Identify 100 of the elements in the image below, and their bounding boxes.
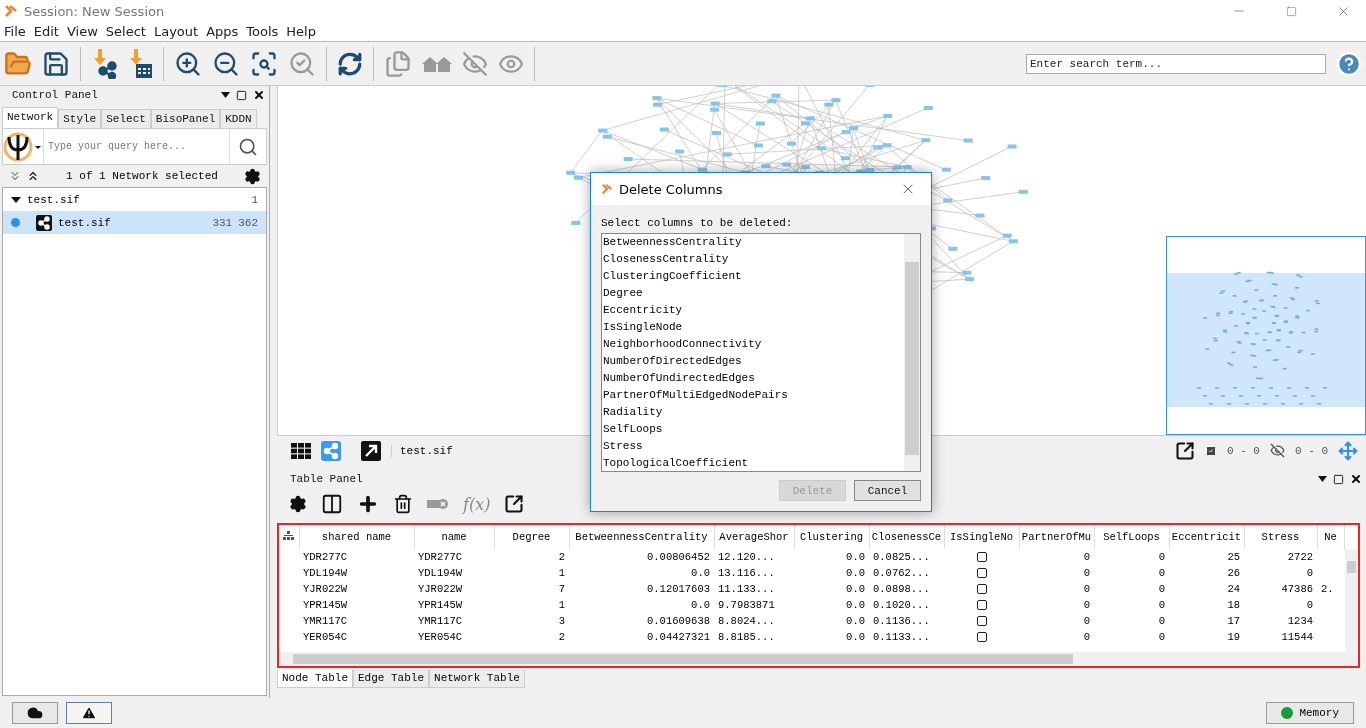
close-icon[interactable] xyxy=(253,89,265,101)
settings-icon[interactable] xyxy=(289,495,307,513)
detach-icon[interactable] xyxy=(361,440,381,461)
list-item[interactable]: PartnerOfMultiEdgedNodePairs xyxy=(602,387,788,404)
checkbox[interactable] xyxy=(976,616,987,627)
save-icon[interactable] xyxy=(42,49,70,78)
vertical-scrollbar[interactable] xyxy=(904,234,920,471)
list-item[interactable]: ClosenessCentrality xyxy=(602,251,729,268)
search-field[interactable]: Enter search term... xyxy=(1026,53,1326,74)
horizontal-scrollbar[interactable] xyxy=(279,652,1358,666)
column-header[interactable]: ClosenessCe xyxy=(869,525,944,549)
dialog-button[interactable]: Cancel xyxy=(854,480,921,501)
table-tab[interactable]: Edge Table xyxy=(353,670,430,688)
panel-tab[interactable]: KDDN xyxy=(220,109,257,128)
column-header[interactable]: AverageShor xyxy=(714,525,794,549)
caret-icon[interactable] xyxy=(1318,476,1327,482)
panel-tab[interactable]: BisoPanel xyxy=(150,109,221,128)
table-cell-text: 13.116... xyxy=(717,566,776,581)
checkbox[interactable] xyxy=(976,552,987,563)
network-name: test.sif xyxy=(27,193,81,206)
export-icon[interactable] xyxy=(1174,440,1195,461)
table-cell-text: 3 xyxy=(557,614,566,629)
float-icon[interactable] xyxy=(1333,473,1344,485)
menu-item[interactable]: Edit xyxy=(33,24,59,39)
menu-item[interactable]: View xyxy=(66,24,98,39)
column-header[interactable]: PartnerOfMu xyxy=(1019,525,1094,549)
list-item[interactable]: NeighborhoodConnectivity xyxy=(602,336,762,353)
checkbox[interactable] xyxy=(976,584,987,595)
column-header[interactable]: BetweennessCentrality xyxy=(569,525,714,549)
list-item[interactable]: ClusteringCoefficient xyxy=(602,268,742,285)
checkbox[interactable] xyxy=(976,632,987,643)
zoom-out-icon[interactable] xyxy=(212,49,240,78)
table-remove-icon[interactable] xyxy=(427,497,449,511)
move-arrows-icon[interactable] xyxy=(1338,440,1358,461)
table-cell-text: 0.0 xyxy=(690,598,711,613)
list-item[interactable]: Degree xyxy=(602,285,643,302)
table-cell-text: 0 xyxy=(1157,630,1166,645)
table-cell-text: 24 xyxy=(1226,582,1241,597)
column-header[interactable]: IsSingleNo xyxy=(944,525,1019,549)
panel-tab[interactable]: Network xyxy=(2,107,59,128)
query-bar[interactable]: Type your query here... xyxy=(2,128,267,165)
hierarchy-icon xyxy=(283,531,295,540)
filter-logo-icon[interactable] xyxy=(3,131,43,162)
caret-icon[interactable] xyxy=(11,194,21,205)
panel-tab[interactable]: Style xyxy=(58,109,102,128)
close-icon[interactable] xyxy=(1350,473,1362,485)
menu-item[interactable]: File xyxy=(4,24,26,39)
column-header[interactable]: name xyxy=(414,525,494,549)
float-icon[interactable] xyxy=(236,89,247,101)
menu-item[interactable]: Layout xyxy=(153,24,199,39)
table-tab[interactable]: Node Table xyxy=(277,670,353,688)
list-item[interactable]: IsSingleNode xyxy=(602,319,683,336)
delete-icon[interactable] xyxy=(393,494,413,514)
list-item[interactable]: TopologicalCoefficient xyxy=(602,455,749,472)
column-header[interactable]: shared name xyxy=(299,525,414,549)
column-header[interactable]: Stress xyxy=(1244,525,1317,549)
list-item[interactable]: Eccentricity xyxy=(602,302,683,319)
network-view-icon[interactable] xyxy=(321,440,341,461)
import-network-icon[interactable] xyxy=(91,48,117,79)
list-item[interactable]: BetweennessCentrality xyxy=(602,234,742,251)
query-field[interactable]: Type your query here... xyxy=(43,129,230,164)
warning-button[interactable] xyxy=(66,702,112,724)
menu-item[interactable]: Help xyxy=(286,24,316,39)
cloud-status-button[interactable] xyxy=(12,702,58,724)
table-tab[interactable]: Network Table xyxy=(429,670,525,688)
settings-icon[interactable] xyxy=(244,167,261,185)
table-cell: 2 xyxy=(494,549,569,565)
import-table-icon[interactable] xyxy=(127,48,153,79)
add-icon[interactable] xyxy=(357,493,379,515)
network-row[interactable]: test.sif 331 362 xyxy=(3,211,266,234)
columns-icon[interactable] xyxy=(321,493,343,515)
column-header[interactable]: SelfLoops xyxy=(1094,525,1169,549)
list-item[interactable]: NumberOfDirectedEdges xyxy=(602,353,742,370)
column-header[interactable]: Degree xyxy=(494,525,569,549)
cloud-icon xyxy=(27,705,43,721)
menu-item[interactable]: Tools xyxy=(246,24,279,39)
refresh-icon[interactable] xyxy=(337,50,363,77)
checkbox[interactable] xyxy=(976,568,987,579)
column-header[interactable]: Ne xyxy=(1317,525,1344,549)
table-cell: 0.00806452 xyxy=(569,549,714,565)
list-item[interactable]: SelfLoops xyxy=(602,421,663,438)
collapse-all-icon[interactable] xyxy=(26,169,40,183)
memory-button[interactable]: Memory xyxy=(1266,702,1354,724)
help-icon[interactable] xyxy=(1336,50,1362,77)
vertical-scrollbar[interactable] xyxy=(1345,549,1358,652)
zoom-in-icon[interactable] xyxy=(174,49,202,78)
export-icon[interactable] xyxy=(504,494,525,514)
column-header[interactable]: Clustering xyxy=(794,525,869,549)
caret-icon[interactable] xyxy=(221,92,230,98)
column-header[interactable]: Eccentricit xyxy=(1169,525,1244,549)
list-item[interactable]: NumberOfUndirectedEdges xyxy=(602,370,755,387)
menu-item[interactable]: Select xyxy=(105,24,146,39)
search-icon[interactable] xyxy=(238,136,258,157)
list-item[interactable]: Radiality xyxy=(602,404,663,421)
menu-item[interactable]: Apps xyxy=(206,24,239,39)
table-cell-text: 2 xyxy=(557,630,566,645)
checkbox[interactable] xyxy=(976,600,987,611)
grid-view-icon[interactable] xyxy=(291,442,311,459)
zoom-fit-icon[interactable] xyxy=(250,49,278,78)
panel-tab[interactable]: Select xyxy=(101,109,151,128)
